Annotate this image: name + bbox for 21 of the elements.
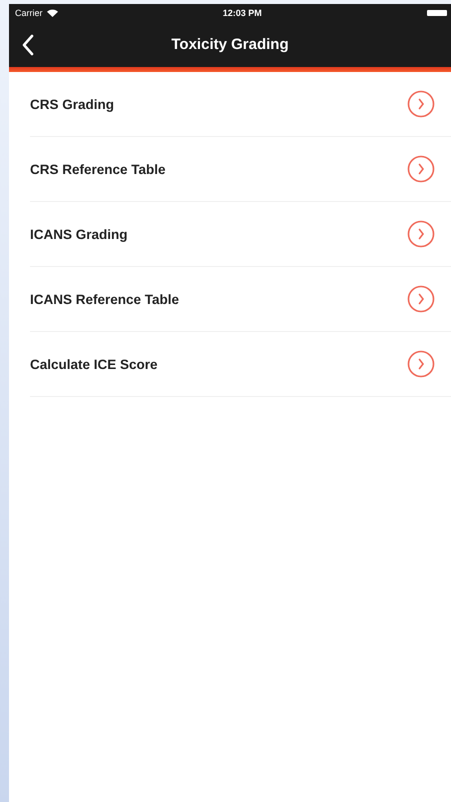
chevron-circle-icon (407, 220, 435, 248)
menu-item[interactable]: ICANS Reference Table (30, 267, 451, 332)
wifi-icon (46, 9, 58, 17)
menu-item-label: CRS Reference Table (30, 162, 166, 176)
menu-item-label: ICANS Reference Table (30, 292, 180, 306)
chevron-circle-icon (407, 350, 435, 378)
chevron-circle-icon (407, 155, 435, 183)
menu-item[interactable]: CRS Grading (30, 72, 451, 137)
menu-item-label: ICANS Grading (30, 226, 128, 242)
nav-title: Toxicity Grading (171, 36, 289, 53)
menu-item[interactable]: ICANS Grading (30, 202, 451, 267)
carrier-name: Carrier (15, 8, 43, 18)
menu-item[interactable]: Calculate ICE Score (30, 332, 451, 397)
menu-item[interactable]: CRS Reference Table (30, 137, 451, 202)
chevron-circle-icon (407, 90, 435, 118)
menu-item-label: CRS Grading (30, 96, 114, 112)
status-time: 12:03 PM (222, 8, 262, 18)
menu-item-label: Calculate ICE Score (30, 356, 158, 372)
chevron-left-icon (21, 34, 35, 56)
chevron-circle-icon (407, 285, 435, 313)
battery-icon (426, 10, 447, 16)
